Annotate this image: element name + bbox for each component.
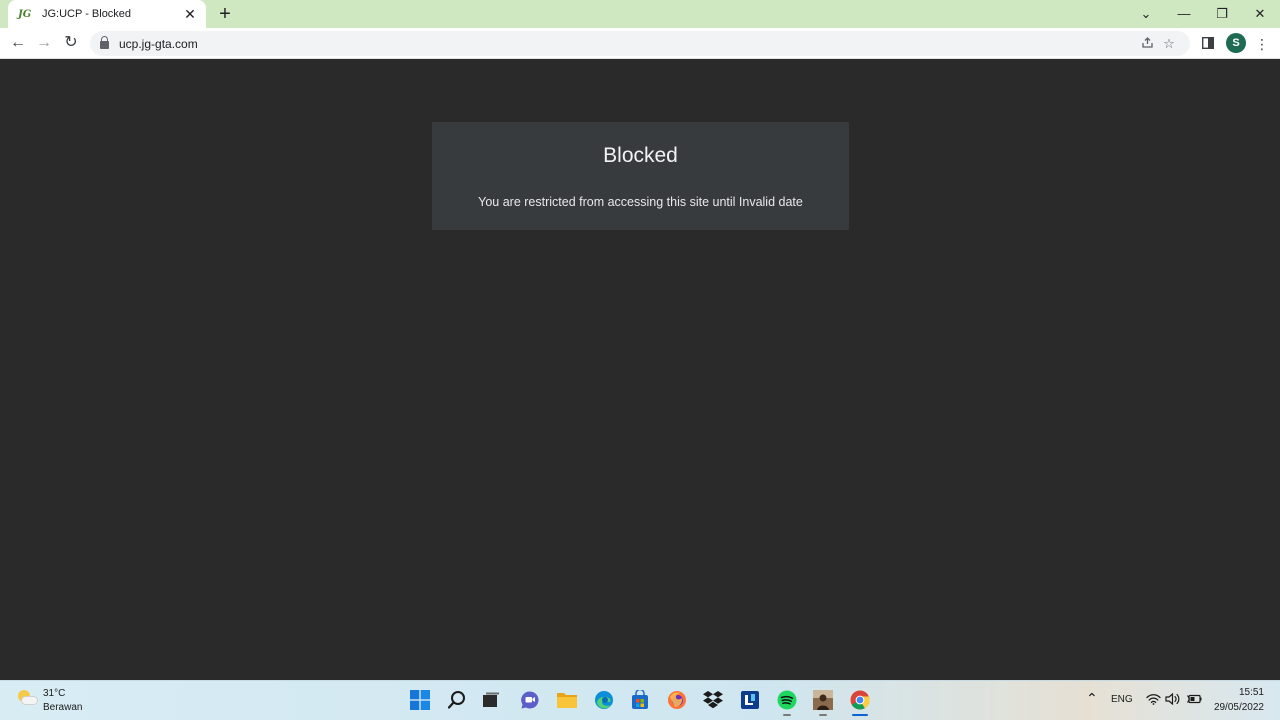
menu-kebab-icon[interactable]: ⋮	[1252, 34, 1272, 54]
search-icon[interactable]	[446, 689, 468, 711]
show-hidden-icons-icon[interactable]: ⌃	[1086, 690, 1098, 707]
forward-button[interactable]: →	[32, 32, 56, 54]
tab-title: JG:UCP - Blocked	[42, 8, 132, 20]
clock-date[interactable]: 29/05/2022	[1214, 702, 1264, 713]
window-close-button[interactable]: ✕	[1248, 4, 1272, 24]
page-title: Blocked	[603, 144, 678, 167]
site-favicon-icon: JG	[18, 8, 32, 20]
app-icon[interactable]	[739, 689, 761, 711]
language-indicator[interactable]: ENG	[1111, 694, 1133, 705]
tab-search-button[interactable]: ⌄	[1134, 4, 1158, 24]
start-icon[interactable]	[409, 689, 431, 711]
volume-icon[interactable]	[1165, 692, 1180, 708]
url-text[interactable]: ucp.jg-gta.com	[119, 37, 1136, 51]
dropbox-icon[interactable]	[702, 689, 724, 711]
taskbar: 31°C Berawan ⌃ ENG 15:51 29/05/2022	[0, 680, 1280, 720]
battery-icon[interactable]	[1186, 693, 1202, 708]
chrome-icon[interactable]	[849, 689, 871, 716]
weather-cloudy-icon[interactable]	[16, 690, 38, 706]
spotify-icon[interactable]	[776, 689, 798, 716]
photo-app-icon[interactable]	[812, 689, 834, 716]
weather-condition[interactable]: Berawan	[43, 702, 82, 713]
wifi-icon[interactable]	[1146, 693, 1161, 708]
back-button[interactable]: ←	[6, 32, 30, 54]
reload-button[interactable]: ↻	[59, 32, 83, 54]
folder-icon[interactable]	[556, 689, 578, 711]
share-icon[interactable]	[1136, 36, 1158, 52]
tab-strip: JG JG:UCP - Blocked ✕ + ⌄ — ❐ ✕	[0, 0, 1280, 28]
browser-tab[interactable]: JG JG:UCP - Blocked ✕	[8, 0, 206, 28]
firefox-icon[interactable]	[666, 689, 688, 711]
profile-avatar[interactable]: S	[1226, 33, 1246, 53]
browser-toolbar: ← → ↻ ucp.jg-gta.com ☆ S ⋮	[0, 28, 1280, 59]
side-panel-icon[interactable]	[1198, 34, 1218, 54]
lock-icon[interactable]	[100, 36, 109, 49]
running-indicator	[819, 714, 827, 716]
clock-time[interactable]: 15:51	[1239, 687, 1264, 698]
edge-icon[interactable]	[593, 689, 615, 711]
blocked-card: Blocked You are restricted from accessin…	[432, 122, 849, 230]
teams-chat-icon[interactable]	[519, 689, 541, 711]
running-indicator	[783, 714, 791, 716]
restore-button[interactable]: ❐	[1210, 4, 1234, 24]
weather-temperature[interactable]: 31°C	[43, 688, 65, 699]
minimize-button[interactable]: —	[1172, 4, 1196, 24]
store-icon[interactable]	[629, 689, 651, 711]
task-view-icon[interactable]	[480, 689, 502, 711]
tab-close-icon[interactable]: ✕	[182, 6, 198, 22]
blocked-message: You are restricted from accessing this s…	[478, 195, 803, 209]
new-tab-button[interactable]: +	[214, 4, 236, 24]
active-indicator	[852, 714, 868, 716]
bookmark-star-icon[interactable]: ☆	[1158, 36, 1180, 52]
address-bar[interactable]: ucp.jg-gta.com ☆	[90, 31, 1190, 56]
